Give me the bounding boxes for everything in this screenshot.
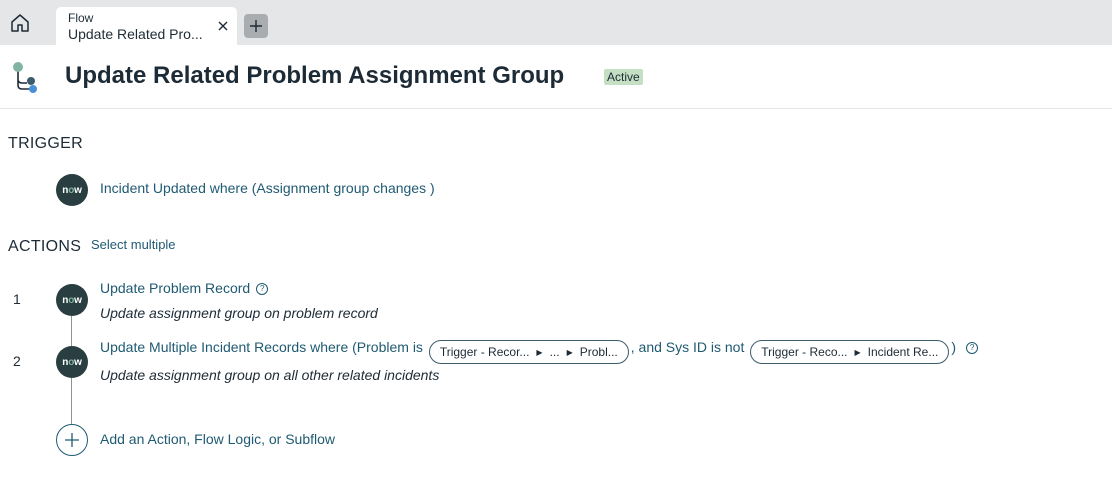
trigger-link[interactable]: Incident Updated where (Assignment group…	[100, 180, 435, 196]
action-step-description: Update assignment group on all other rel…	[100, 367, 440, 383]
actions-section-title: ACTIONS	[8, 238, 82, 255]
trigger-section-title: TRIGGER	[8, 135, 83, 152]
close-icon	[218, 21, 228, 31]
action-step-title[interactable]: Update Problem Record	[100, 280, 250, 296]
select-multiple-link[interactable]: Select multiple	[91, 237, 176, 252]
pill-segment: Incident Re...	[867, 345, 939, 359]
now-icon: now	[56, 346, 88, 378]
flow-icon	[13, 62, 37, 93]
caret-right-icon: ▶	[566, 347, 573, 357]
status-badge: Active	[604, 69, 643, 85]
action-step-title[interactable]: Update Multiple Incident Records where (…	[100, 339, 423, 355]
tab-type-label: Flow	[68, 11, 94, 25]
pill-segment: Trigger - Reco...	[761, 345, 848, 359]
caret-right-icon: ▶	[536, 347, 543, 357]
home-button[interactable]	[0, 0, 40, 45]
now-icon: now	[56, 174, 88, 206]
tab-close-button[interactable]	[215, 18, 231, 34]
action-step[interactable]: Update Problem Record?	[100, 280, 269, 296]
step-number: 1	[13, 291, 21, 307]
caret-right-icon: ▶	[854, 347, 861, 357]
data-pill[interactable]: Trigger - Recor... ▶ ... ▶ Probl...	[428, 340, 629, 364]
add-action-button[interactable]	[56, 424, 88, 456]
plus-icon	[250, 20, 262, 32]
page-header: Update Related Problem Assignment Group …	[0, 45, 1112, 109]
now-icon: now	[56, 284, 88, 316]
action-step-description: Update assignment group on problem recor…	[100, 305, 378, 321]
tab-title: Update Related Pro...	[68, 26, 203, 42]
pill-segment: Trigger - Recor...	[439, 345, 530, 359]
data-pill[interactable]: Trigger - Reco... ▶ Incident Re...	[750, 340, 950, 364]
home-icon	[11, 13, 29, 32]
pill-segment: Probl...	[579, 345, 618, 359]
action-step[interactable]: Update Multiple Incident Records where (…	[100, 339, 979, 364]
tab-bar: Flow Update Related Pro...	[0, 0, 1112, 45]
help-icon[interactable]: ?	[256, 282, 269, 295]
page-title: Update Related Problem Assignment Group	[65, 62, 565, 89]
add-action-link[interactable]: Add an Action, Flow Logic, or Subflow	[100, 431, 335, 447]
action-step-title-middle[interactable]: , and Sys ID is not	[631, 339, 745, 355]
help-icon[interactable]: ?	[966, 341, 979, 354]
action-step-title-suffix[interactable]: )	[951, 339, 956, 355]
pill-segment: ...	[549, 345, 560, 359]
tab-flow[interactable]: Flow Update Related Pro...	[56, 7, 237, 45]
step-number: 2	[13, 353, 21, 369]
new-tab-button[interactable]	[244, 14, 268, 38]
plus-icon	[65, 433, 79, 447]
